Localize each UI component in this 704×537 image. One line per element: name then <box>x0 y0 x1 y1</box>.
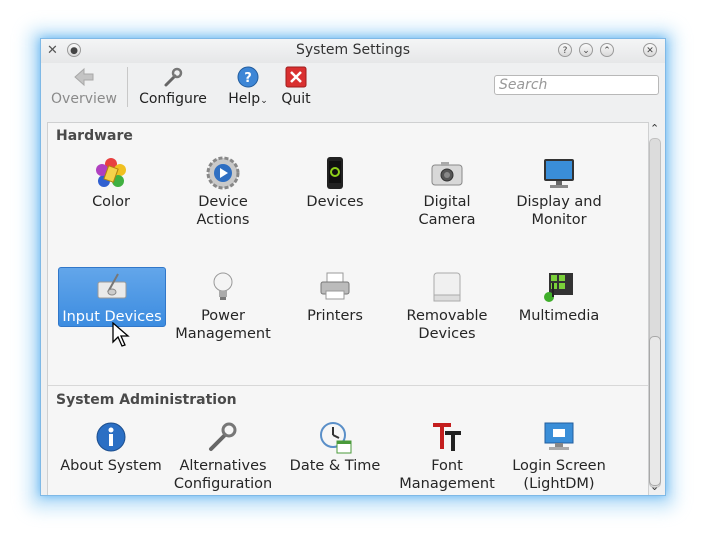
devices-icon <box>317 155 353 191</box>
item-printers[interactable]: Printers <box>282 269 388 325</box>
item-label-2: Management <box>399 476 495 492</box>
item-label: Multimedia <box>518 308 600 324</box>
wrench-icon <box>135 65 211 89</box>
wrench-icon <box>205 419 241 455</box>
mouse-cursor-icon <box>112 321 130 352</box>
overview-label: Overview <box>51 91 117 107</box>
item-about-system[interactable]: About System <box>58 419 164 475</box>
toolbar-separator <box>127 67 128 107</box>
settings-content: Hardware Color Device Actions Devices Di… <box>47 122 649 495</box>
overview-button[interactable]: Overview <box>47 65 121 107</box>
scroll-down-icon[interactable]: ⌄ <box>650 480 659 493</box>
power-icon <box>205 269 241 305</box>
removable-icon <box>429 269 465 305</box>
help-titlebar-icon[interactable]: ? <box>558 43 572 57</box>
monitor-icon <box>541 155 577 191</box>
svg-text:?: ? <box>244 71 252 86</box>
input-devices-icon <box>94 270 130 306</box>
printer-icon <box>317 269 353 305</box>
item-label: Removable <box>406 308 488 324</box>
maximize-icon[interactable]: ⌃ <box>600 43 614 57</box>
camera-icon <box>429 155 465 191</box>
item-label-2: Monitor <box>531 212 587 228</box>
configure-label: Configure <box>139 91 207 107</box>
title-bar[interactable]: ✕ ● System Settings ? ⌄ ⌃ ✕ <box>41 39 665 63</box>
system-settings-window: ✕ ● System Settings ? ⌄ ⌃ ✕ Overview Con… <box>40 38 666 496</box>
item-login-screen[interactable]: Login Screen (LightDM) <box>506 419 612 493</box>
item-label: Font <box>431 458 463 474</box>
info-icon <box>93 419 129 455</box>
item-color[interactable]: Color <box>58 155 164 211</box>
group-title-hardware: Hardware <box>56 128 133 144</box>
item-display-monitor[interactable]: Display and Monitor <box>506 155 612 229</box>
help-button[interactable]: ? Help⌄ <box>225 65 271 107</box>
login-icon <box>541 419 577 455</box>
close-icon[interactable]: ✕ <box>643 43 657 57</box>
item-alternatives-configuration[interactable]: Alternatives Configuration <box>170 419 276 493</box>
clock-icon <box>317 419 353 455</box>
multimedia-icon <box>541 269 577 305</box>
item-label: Printers <box>307 308 363 324</box>
item-removable-devices[interactable]: Removable Devices <box>394 269 500 343</box>
item-label: Login Screen <box>512 458 606 474</box>
color-icon <box>93 155 129 191</box>
quit-icon <box>279 65 313 89</box>
item-label-2: Configuration <box>173 476 273 492</box>
item-device-actions[interactable]: Device Actions <box>170 155 276 229</box>
item-label: Digital <box>423 194 471 210</box>
item-power-management[interactable]: Power Management <box>170 269 276 343</box>
item-label-2: Camera <box>418 212 476 228</box>
back-arrow-icon <box>47 65 121 89</box>
configure-button[interactable]: Configure <box>135 65 211 107</box>
quit-button[interactable]: Quit <box>279 65 313 107</box>
item-label: Display and <box>516 194 602 210</box>
item-label: Color <box>92 194 130 210</box>
scroll-thumb[interactable] <box>649 336 661 486</box>
font-icon <box>429 419 465 455</box>
item-label: Alternatives <box>179 458 267 474</box>
item-label: Power <box>201 308 245 324</box>
item-label: Devices <box>306 194 364 210</box>
item-label-2: (LightDM) <box>523 476 595 492</box>
device-actions-icon <box>205 155 241 191</box>
quit-label: Quit <box>281 91 311 107</box>
vertical-scrollbar[interactable]: ⌃ ⌄ <box>647 122 663 495</box>
item-multimedia[interactable]: Multimedia <box>506 269 612 325</box>
item-label: Device <box>198 194 248 210</box>
search-input[interactable]: Search <box>494 75 659 95</box>
item-label: Date & Time <box>289 458 381 474</box>
group-separator <box>48 385 648 386</box>
minimize-icon[interactable]: ⌄ <box>579 43 593 57</box>
help-icon: ? <box>225 65 271 89</box>
group-title-system-administration: System Administration <box>56 392 237 408</box>
item-label-2: Devices <box>418 326 476 342</box>
toolbar: Overview Configure ? Help⌄ Quit Search <box>41 63 665 111</box>
dropdown-arrow-icon: ⌄ <box>260 96 268 106</box>
scroll-up-icon[interactable]: ⌃ <box>650 122 659 135</box>
item-input-devices[interactable]: Input Devices <box>58 267 166 327</box>
item-label-2: Actions <box>196 212 250 228</box>
item-font-management[interactable]: Font Management <box>394 419 500 493</box>
item-digital-camera[interactable]: Digital Camera <box>394 155 500 229</box>
item-label-2: Management <box>175 326 271 342</box>
help-label: Help <box>228 91 261 107</box>
item-devices[interactable]: Devices <box>282 155 388 211</box>
item-label: About System <box>60 458 162 474</box>
item-date-time[interactable]: Date & Time <box>282 419 388 475</box>
